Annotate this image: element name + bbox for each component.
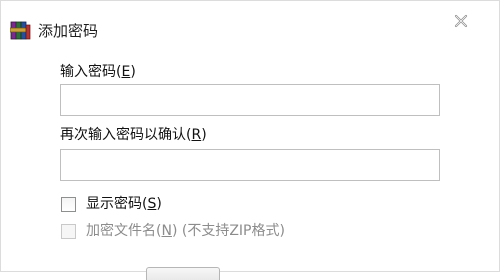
confirm-label-suffix: ): [201, 127, 207, 143]
encrypt-filenames-option: 加密文件名(N) (不支持ZIP格式): [61, 221, 285, 241]
password-label-text: 输入密码(: [60, 64, 122, 80]
close-button[interactable]: [447, 9, 474, 36]
show-password-option[interactable]: 显示密码(S): [61, 194, 162, 214]
show-password-label[interactable]: 显示密码(S): [86, 195, 162, 213]
show-password-label-text: 显示密码(: [86, 196, 148, 212]
close-icon: [453, 13, 469, 33]
encrypt-filenames-label-text: 加密文件名(: [86, 223, 162, 239]
add-password-dialog: 添加密码 输入密码(E) 再次输入密码以确认(R) 显示密码(S) 加密文件名(…: [0, 0, 500, 280]
password-label-suffix: ): [130, 64, 136, 80]
show-password-checkbox[interactable]: [61, 196, 76, 212]
encrypt-filenames-accesskey: N: [161, 223, 172, 239]
window-title: 添加密码: [38, 22, 99, 40]
encrypt-filenames-label-suffix: ) (不支持ZIP格式): [171, 223, 285, 239]
show-password-label-suffix: ): [156, 196, 162, 212]
confirm-password-label: 再次输入密码以确认(R): [60, 126, 207, 144]
password-label-accesskey: E: [121, 64, 131, 80]
ok-button[interactable]: [146, 267, 220, 280]
password-input[interactable]: [60, 84, 440, 116]
winrar-books-icon: [9, 19, 32, 41]
title-bar: 添加密码: [1, 1, 499, 47]
password-label: 输入密码(E): [60, 63, 136, 81]
encrypt-filenames-label: 加密文件名(N) (不支持ZIP格式): [86, 222, 285, 240]
encrypt-filenames-checkbox: [61, 223, 76, 239]
confirm-label-text: 再次输入密码以确认(: [60, 127, 192, 143]
confirm-password-input[interactable]: [60, 149, 440, 181]
confirm-label-accesskey: R: [191, 127, 202, 143]
